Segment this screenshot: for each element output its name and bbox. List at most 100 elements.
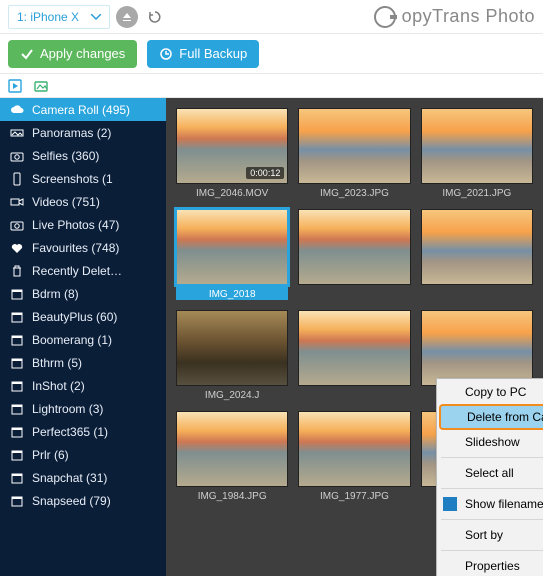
thumbnail-image [421, 310, 533, 386]
sidebar-item-3[interactable]: Screenshots (1 [0, 167, 166, 190]
sidebar-item-6[interactable]: Favourites (748) [0, 236, 166, 259]
album-icon [10, 425, 24, 439]
sidebar-item-label: Live Photos (47) [32, 218, 119, 232]
thumbnail-caption [298, 386, 410, 390]
sidebar-item-label: Screenshots (1 [32, 172, 113, 186]
backup-label: Full Backup [179, 46, 247, 61]
heart-icon [10, 241, 24, 255]
sidebar-item-10[interactable]: Boomerang (1) [0, 328, 166, 351]
thumbnail-image [298, 411, 410, 487]
thumbnail[interactable] [421, 209, 533, 300]
thumbnail[interactable]: IMG_1984.JPG [176, 411, 288, 502]
sidebar-item-13[interactable]: Lightroom (3) [0, 397, 166, 420]
thumbnail-image [176, 310, 288, 386]
sidebar-item-16[interactable]: Snapchat (31) [0, 466, 166, 489]
album-icon [10, 402, 24, 416]
sidebar-item-5[interactable]: Live Photos (47) [0, 213, 166, 236]
sidebar-item-11[interactable]: Bthrm (5) [0, 351, 166, 374]
sidebar-item-label: Bdrm (8) [32, 287, 79, 301]
ctx-separator [441, 550, 543, 551]
sidebar-item-15[interactable]: Prlr (6) [0, 443, 166, 466]
full-backup-button[interactable]: Full Backup [147, 40, 259, 68]
device-name: 1: iPhone X [17, 10, 79, 24]
refresh-button[interactable] [144, 6, 166, 28]
camera-icon [10, 218, 24, 232]
thumbnail-caption: IMG_2021.JPG [421, 184, 533, 199]
album-icon [10, 310, 24, 324]
ctx-sort-by[interactable]: Sort by ▶ [437, 522, 543, 548]
thumbnail[interactable] [298, 310, 410, 401]
sidebar-item-4[interactable]: Videos (751) [0, 190, 166, 213]
apply-changes-button[interactable]: Apply changes [8, 40, 137, 68]
duration-badge: 0:00:12 [246, 167, 284, 179]
sidebar-item-0[interactable]: Camera Roll (495) [0, 98, 166, 121]
phone-icon [10, 172, 24, 186]
sidebar-item-7[interactable]: Recently Delet… [0, 259, 166, 282]
thumbnail[interactable]: IMG_2018 [176, 209, 288, 300]
thumbnail[interactable]: IMG_2024.J [176, 310, 288, 401]
ctx-label: Sort by [465, 528, 503, 542]
action-bar: Apply changes Full Backup [0, 34, 543, 74]
thumbnail[interactable]: IMG_2021.JPG [421, 108, 533, 199]
checkbox-icon [443, 497, 457, 511]
thumbnail[interactable]: IMG_1977.JPG [298, 411, 410, 502]
sidebar-item-label: Lightroom (3) [32, 402, 103, 416]
apply-label: Apply changes [40, 46, 125, 61]
album-icon [10, 287, 24, 301]
thumbnail-caption [421, 285, 533, 289]
thumbnail-image [421, 209, 533, 285]
thumbnail-image [176, 411, 288, 487]
ctx-select-all[interactable]: Select all Ctrl+A [437, 460, 543, 486]
ctx-copy-to-pc[interactable]: Copy to PC Shift+Ctrl+Right [437, 379, 543, 405]
thumbnail-caption: IMG_2023.JPG [298, 184, 410, 199]
brand-logo-icon [374, 6, 396, 28]
sidebar-item-17[interactable]: Snapseed (79) [0, 489, 166, 512]
ctx-show-filenames[interactable]: Show filenames F4 [437, 491, 543, 517]
sidebar-item-14[interactable]: Perfect365 (1) [0, 420, 166, 443]
thumbnail[interactable] [298, 209, 410, 300]
sidebar-item-label: Snapseed (79) [32, 494, 111, 508]
ctx-label: Delete from Camera Roll [467, 410, 543, 424]
ctx-separator [441, 457, 543, 458]
photo-tab-icon[interactable] [34, 79, 48, 93]
thumbnail-image [298, 310, 410, 386]
sidebar-item-8[interactable]: Bdrm (8) [0, 282, 166, 305]
context-menu: Copy to PC Shift+Ctrl+Right Delete from … [436, 378, 543, 576]
sidebar-item-label: Favourites (748) [32, 241, 119, 255]
eject-button[interactable] [116, 6, 138, 28]
album-icon [10, 356, 24, 370]
sidebar-item-label: Snapchat (31) [32, 471, 107, 485]
sidebar-item-1[interactable]: Panoramas (2) [0, 121, 166, 144]
thumbnail[interactable]: 0:00:12IMG_2046.MOV [176, 108, 288, 199]
tab-bar [0, 74, 543, 98]
check-icon [20, 47, 34, 61]
ctx-properties[interactable]: Properties ▶ [437, 553, 543, 576]
camera-icon [10, 149, 24, 163]
history-icon [159, 47, 173, 61]
device-selector[interactable]: 1: iPhone X [8, 5, 110, 29]
album-icon [10, 494, 24, 508]
sidebar-item-label: Perfect365 (1) [32, 425, 108, 439]
thumbnail-caption: IMG_2024.J [176, 386, 288, 401]
sidebar-item-label: InShot (2) [32, 379, 85, 393]
album-icon [10, 379, 24, 393]
ctx-separator [441, 519, 543, 520]
sidebar-item-12[interactable]: InShot (2) [0, 374, 166, 397]
play-tab-icon[interactable] [8, 79, 22, 93]
ctx-label: Properties [465, 559, 520, 573]
video-icon [10, 195, 24, 209]
thumbnail[interactable]: IMG_2023.JPG [298, 108, 410, 199]
thumbnail-caption [298, 285, 410, 289]
ctx-delete-from-camera-roll[interactable]: Delete from Camera Roll Del [439, 404, 543, 430]
cloud-icon [10, 103, 24, 117]
sidebar-item-label: Boomerang (1) [32, 333, 112, 347]
ctx-label: Copy to PC [465, 385, 526, 399]
ctx-slideshow[interactable]: Slideshow Ctrl+L [437, 429, 543, 455]
sidebar-item-9[interactable]: BeautyPlus (60) [0, 305, 166, 328]
thumbnail-image [176, 209, 288, 285]
sidebar-item-label: BeautyPlus (60) [32, 310, 117, 324]
ctx-label: Show filenames [465, 497, 543, 511]
gallery: 0:00:12IMG_2046.MOV IMG_2023.JPG IMG_2021.… [166, 98, 543, 576]
sidebar-item-2[interactable]: Selfies (360) [0, 144, 166, 167]
album-icon [10, 471, 24, 485]
